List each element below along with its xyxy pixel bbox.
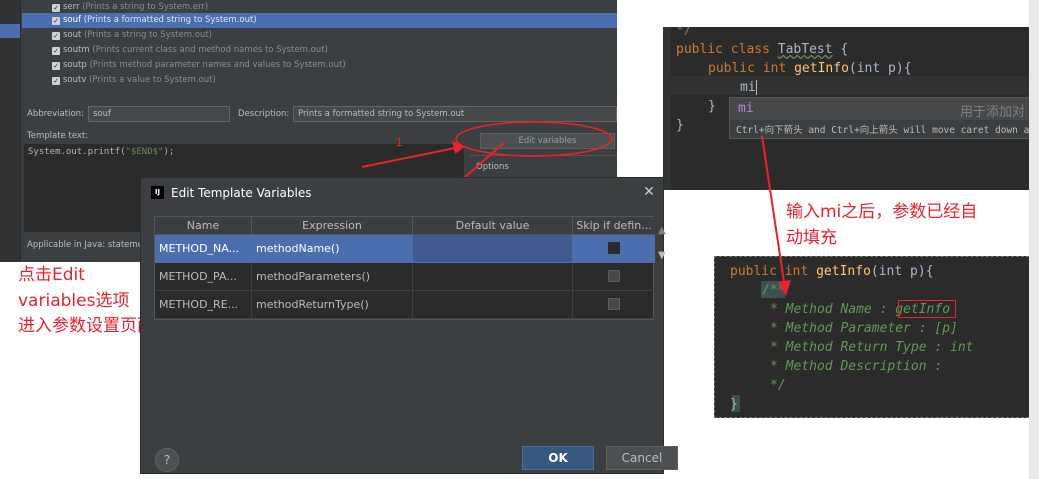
cell-expression[interactable]: methodParameters() <box>252 263 413 291</box>
doc-comment-line: * Method Return Type : int <box>770 340 974 355</box>
method-name-highlight-box <box>898 300 956 318</box>
skip-checkbox[interactable] <box>608 298 620 310</box>
page-edge-strip <box>1029 0 1039 479</box>
cell-default-value[interactable] <box>413 235 573 263</box>
abbreviation-label: Abbreviation: <box>27 109 84 119</box>
cell-name[interactable]: METHOD_PA... <box>155 263 252 291</box>
template-row-soutm[interactable]: ✓ soutm (Prints current class and method … <box>22 43 617 58</box>
template-row-soutp[interactable]: ✓ soutp (Prints method parameter names an… <box>22 58 617 73</box>
code-line: } <box>708 99 716 114</box>
code-line: */ <box>676 27 692 38</box>
skip-checkbox[interactable] <box>608 270 620 282</box>
code-line: } <box>676 118 684 133</box>
template-row-souf[interactable]: ✓ souf (Prints a formatted string to Syst… <box>22 13 617 28</box>
template-row-sout[interactable]: ✓ sout (Prints a string to System.out) <box>22 28 617 43</box>
edit-template-variables-dialog[interactable]: IJ Edit Template Variables ✕ Name Expres… <box>140 177 678 474</box>
options-separator <box>470 155 617 156</box>
doc-comment-line: /** <box>762 283 786 298</box>
code-line: } <box>730 397 738 412</box>
autocomplete-footer-tip: Ctrl+向下箭头 and Ctrl+向上箭头 will move caret … <box>736 125 1039 136</box>
settings-tree-gutter <box>0 0 21 262</box>
column-header-default-value[interactable]: Default value <box>413 217 573 235</box>
column-header-name[interactable]: Name <box>155 217 252 235</box>
template-checkbox[interactable]: ✓ <box>52 4 60 12</box>
column-header-skip-if-defined[interactable]: Skip if defin... <box>573 217 655 235</box>
template-checkbox[interactable]: ✓ <box>52 32 60 40</box>
template-checkbox[interactable]: ✓ <box>52 47 60 55</box>
code-line: public class TabTest { <box>676 42 849 57</box>
ok-button[interactable]: OK <box>522 446 594 470</box>
move-up-icon[interactable]: ▲ <box>658 225 666 236</box>
template-row-soutv[interactable]: ✓ soutv (Prints a value to System.out) <box>22 73 617 88</box>
template-checkbox[interactable]: ✓ <box>52 62 60 70</box>
autocomplete-popup[interactable]: mi 用于添加对 Ctrl+向下箭头 and Ctrl+向上箭头 will mo… <box>729 97 1039 139</box>
template-checkbox[interactable]: ✓ <box>52 77 60 85</box>
skip-checkbox[interactable] <box>608 242 620 254</box>
intellij-logo-icon: IJ <box>151 186 164 199</box>
cell-skip <box>573 263 655 291</box>
edit-variables-button[interactable]: Edit variables <box>480 133 615 149</box>
dialog-title-bar[interactable]: IJ Edit Template Variables <box>141 178 663 208</box>
doc-comment-line: */ <box>770 378 786 393</box>
doc-comment-line: * Method Parameter : [p] <box>770 321 958 336</box>
table-row[interactable]: METHOD_RE... methodReturnType() <box>155 291 655 319</box>
table-row[interactable]: METHOD_NA... methodName() <box>155 235 655 263</box>
current-line-highlight <box>663 76 1039 95</box>
template-checkbox[interactable]: ✓ <box>52 17 60 25</box>
column-header-expression[interactable]: Expression <box>252 217 413 235</box>
help-button[interactable]: ? <box>155 448 179 472</box>
table-row[interactable]: METHOD_PA... methodParameters() <box>155 263 655 291</box>
editor-gutter <box>663 27 671 190</box>
code-line: public int getInfo(int p){ <box>730 264 934 279</box>
dialog-title: Edit Template Variables <box>171 186 312 200</box>
close-icon[interactable]: ✕ <box>641 184 657 200</box>
cell-expression[interactable]: methodReturnType() <box>252 291 413 319</box>
autocomplete-item-hint: 用于添加对 <box>960 105 1026 120</box>
java-editor-autocomplete[interactable]: */ public class TabTest { public int get… <box>663 27 1039 190</box>
move-down-icon[interactable]: ▼ <box>658 250 666 261</box>
annotation-left: 点击Edit variables选项 进入参数设置页面 <box>18 265 154 336</box>
description-label: Description: <box>238 109 290 119</box>
step-number: 1 <box>396 135 403 149</box>
code-line: public int getInfo(int p){ <box>708 61 912 76</box>
cancel-button[interactable]: Cancel <box>606 446 678 470</box>
autocomplete-item-mi[interactable]: mi <box>738 101 754 116</box>
typed-text: mi <box>740 80 757 95</box>
template-text-label: Template text: <box>27 131 89 141</box>
options-label: Options <box>476 162 509 172</box>
applicable-contexts-label: Applicable in Java: statemer <box>27 240 147 250</box>
variables-table[interactable]: Name Expression Default value Skip if de… <box>154 216 655 320</box>
cell-expression[interactable]: methodName() <box>252 235 413 263</box>
cell-skip <box>573 235 655 263</box>
abbreviation-input[interactable]: souf <box>88 106 230 122</box>
cell-default-value[interactable] <box>413 263 573 291</box>
cell-name[interactable]: METHOD_NA... <box>155 235 252 263</box>
cell-name[interactable]: METHOD_RE... <box>155 291 252 319</box>
cell-default-value[interactable] <box>413 291 573 319</box>
description-input[interactable]: Prints a formatted string to System.out <box>293 106 617 122</box>
annotation-right: 输入mi之后，参数已经自 动填充 <box>786 202 978 248</box>
cell-skip <box>573 291 655 319</box>
java-editor-generated-doc[interactable]: public int getInfo(int p){ /** * Method … <box>714 256 1039 418</box>
doc-comment-line: * Method Description : <box>770 359 951 374</box>
